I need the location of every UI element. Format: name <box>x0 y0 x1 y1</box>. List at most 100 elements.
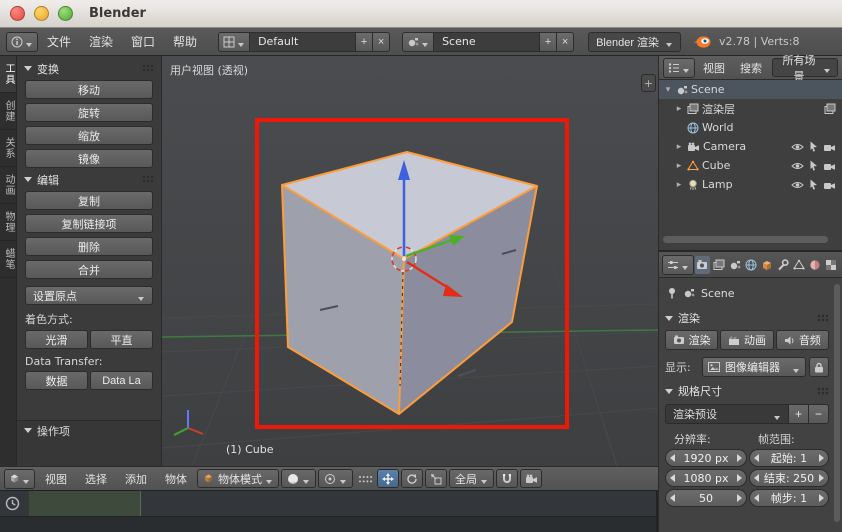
frame-end-field[interactable]: 结束: 250 <box>749 469 829 487</box>
layout-add-button[interactable]: + <box>356 31 374 52</box>
scene-delete-button[interactable]: × <box>557 31 575 52</box>
opengl-render-button[interactable] <box>520 469 542 488</box>
timeline-frame-range[interactable] <box>29 491 141 516</box>
frame-start-field[interactable]: 起始: 1 <box>749 449 829 467</box>
render-panel-header[interactable]: 渲染 <box>665 309 829 327</box>
mode-dropdown[interactable]: 物体模式 <box>197 469 279 488</box>
operator-panel-header[interactable]: 操作项 <box>17 421 161 440</box>
audio-button[interactable]: 音频 <box>775 330 829 350</box>
orientation-dropdown[interactable]: 全局 <box>449 469 494 488</box>
tab-grease-pencil[interactable]: 蜡笔 <box>0 241 16 278</box>
panel-drag-dots-icon[interactable] <box>817 313 829 323</box>
frame-step-field[interactable]: 帧步: 1 <box>749 489 829 507</box>
menu-select[interactable]: 选择 <box>77 471 115 487</box>
mirror-button[interactable]: 镜像 <box>25 149 153 168</box>
duplicate-button[interactable]: 复制 <box>25 191 153 210</box>
viewport-shading-dropdown[interactable] <box>281 469 316 488</box>
panel-collapse-icon[interactable] <box>665 388 673 394</box>
tab-texture[interactable] <box>824 256 839 274</box>
layout-delete-button[interactable]: × <box>373 31 391 52</box>
editor-type-button[interactable] <box>4 468 35 489</box>
panel-drag-dots-icon[interactable] <box>142 64 154 73</box>
camera-restrict-icon[interactable] <box>823 161 836 171</box>
shade-flat-button[interactable]: 平直 <box>90 330 153 349</box>
editor-type-button[interactable] <box>663 57 695 78</box>
menu-view[interactable]: 视图 <box>37 471 75 487</box>
panel-drag-dots-icon[interactable] <box>142 175 154 184</box>
increment-arrow-icon[interactable] <box>819 494 824 502</box>
tab-physics[interactable]: 物理 <box>0 204 16 241</box>
vertical-scrollbar[interactable] <box>834 284 840 522</box>
cube-object[interactable] <box>281 151 538 415</box>
outliner-row-camera[interactable]: ▸ Camera <box>659 137 842 156</box>
eye-icon[interactable] <box>791 142 804 152</box>
outliner-row-lamp[interactable]: ▸ Lamp <box>659 175 842 194</box>
panel-collapse-icon[interactable] <box>665 315 673 321</box>
properties-region-toggle[interactable]: + <box>641 74 656 92</box>
minimize-button[interactable] <box>34 6 49 21</box>
timeline-editor[interactable] <box>0 490 658 532</box>
outliner-row-world[interactable]: World <box>659 118 842 137</box>
move-button[interactable]: 移动 <box>25 80 153 99</box>
expander-icon[interactable]: ▸ <box>674 142 684 152</box>
outliner-row-cube[interactable]: ▸ Cube <box>659 156 842 175</box>
tab-object[interactable] <box>759 256 774 274</box>
duplicate-linked-button[interactable]: 复制链接项 <box>25 214 153 233</box>
close-button[interactable] <box>10 6 25 21</box>
render-engine-dropdown[interactable]: Blender 渲染 <box>588 31 682 52</box>
shade-smooth-button[interactable]: 光滑 <box>25 330 88 349</box>
increment-arrow-icon[interactable] <box>737 474 742 482</box>
menu-help[interactable]: 帮助 <box>164 33 206 50</box>
delete-button[interactable]: 删除 <box>25 237 153 256</box>
tab-render[interactable] <box>695 255 711 274</box>
expander-icon[interactable]: ▸ <box>674 104 684 114</box>
eye-icon[interactable] <box>791 161 804 171</box>
expander-icon[interactable]: ▾ <box>663 85 673 95</box>
scene-add-button[interactable]: + <box>540 31 558 52</box>
tab-create[interactable]: 创建 <box>0 93 16 130</box>
resolution-x-field[interactable]: 1920 px <box>665 449 747 467</box>
display-mode-dropdown[interactable]: 所有场景 <box>772 55 838 83</box>
layers-grid-icon[interactable] <box>355 469 375 488</box>
tab-world[interactable] <box>743 256 758 274</box>
increment-arrow-icon[interactable] <box>819 454 824 462</box>
menu-window[interactable]: 窗口 <box>122 33 164 50</box>
set-origin-dropdown[interactable]: 设置原点 <box>25 286 153 305</box>
outliner-row-scene[interactable]: ▾ Scene <box>659 80 842 99</box>
panel-collapse-icon[interactable] <box>24 66 32 71</box>
tab-modifiers[interactable] <box>776 256 791 274</box>
scene-browse-button[interactable] <box>402 31 435 52</box>
resolution-percentage-field[interactable]: 50 <box>665 489 747 507</box>
preset-add-button[interactable]: + <box>789 404 809 424</box>
scale-manipulator-button[interactable] <box>425 469 447 488</box>
outliner-row-renderlayers[interactable]: ▸ 渲染层 <box>659 99 842 118</box>
pointer-icon[interactable] <box>809 160 818 171</box>
preset-remove-button[interactable]: − <box>809 404 829 424</box>
panel-collapse-icon[interactable] <box>24 428 32 433</box>
editor-type-button[interactable] <box>662 254 694 275</box>
camera-restrict-icon[interactable] <box>823 180 836 190</box>
menu-search[interactable]: 搜索 <box>733 60 769 76</box>
panel-collapse-icon[interactable] <box>24 177 32 182</box>
editor-type-button[interactable] <box>6 31 38 52</box>
scale-button[interactable]: 缩放 <box>25 126 153 145</box>
increment-arrow-icon[interactable] <box>737 454 742 462</box>
data-button[interactable]: 数据 <box>25 371 88 390</box>
expander-icon[interactable]: ▸ <box>674 161 684 171</box>
render-button[interactable]: 渲染 <box>665 330 719 350</box>
dimensions-panel-header[interactable]: 规格尺寸 <box>665 382 829 400</box>
horizontal-scrollbar[interactable] <box>663 236 828 243</box>
menu-view[interactable]: 视图 <box>696 60 732 76</box>
rotate-button[interactable]: 旋转 <box>25 103 153 122</box>
expander-icon[interactable]: ▸ <box>674 180 684 190</box>
tab-scene[interactable] <box>727 256 742 274</box>
resolution-y-field[interactable]: 1080 px <box>665 469 747 487</box>
timeline-clock-icon[interactable] <box>5 496 20 511</box>
menu-add[interactable]: 添加 <box>117 471 155 487</box>
animation-button[interactable]: 动画 <box>720 330 774 350</box>
data-layout-button[interactable]: Data La <box>90 371 153 390</box>
tab-render-layers[interactable] <box>711 256 726 274</box>
tab-relations[interactable]: 关系 <box>0 130 16 167</box>
increment-arrow-icon[interactable] <box>737 494 742 502</box>
scene-name-field[interactable]: Scene <box>434 31 541 52</box>
